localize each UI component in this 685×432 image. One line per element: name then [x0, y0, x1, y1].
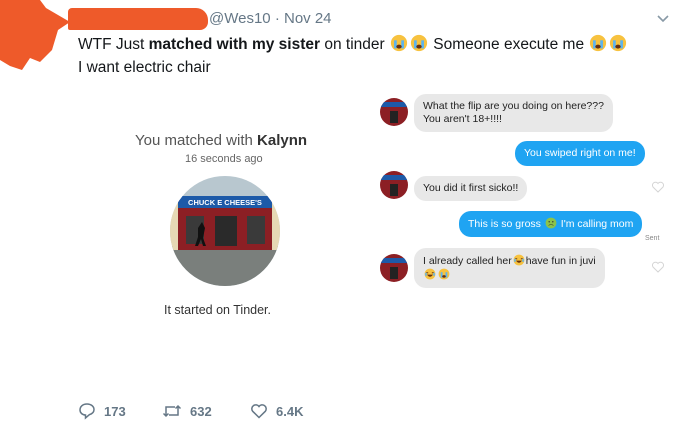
message-text: I'm calling mom — [557, 218, 634, 230]
chat-message-incoming: What the flip are you doing on here??? Y… — [414, 94, 613, 132]
retweet-icon — [162, 404, 182, 418]
message-text: You swiped right on me! — [524, 147, 636, 159]
redacted-avatar — [0, 0, 70, 70]
retweet-button[interactable]: 632 — [162, 402, 212, 420]
match-time: 16 seconds ago — [185, 153, 263, 165]
tweet-text-bold: matched with my sister — [148, 36, 321, 53]
reply-count: 173 — [104, 403, 126, 419]
crying-emoji-icon — [590, 34, 607, 52]
crying-emoji-icon — [410, 34, 428, 52]
match-title: You matched with Kalynn — [135, 132, 307, 149]
retweet-count: 632 — [190, 403, 212, 419]
crying-emoji-icon — [438, 268, 450, 280]
tweet-actions: 173 632 6.4K — [0, 402, 685, 424]
crying-emoji-icon — [610, 34, 627, 52]
tweet-text-part2: on tinder — [320, 36, 385, 53]
laughing-emoji-icon — [424, 268, 436, 280]
message-text: have fun in juvi — [525, 255, 596, 267]
chat-avatar — [380, 98, 408, 126]
nauseated-emoji-icon — [545, 217, 557, 229]
tweet-text-part3: Someone execute me — [428, 36, 589, 53]
heart-icon[interactable] — [651, 260, 665, 274]
crying-emoji-icon — [390, 34, 408, 52]
sent-status: Sent — [645, 235, 660, 242]
chat-avatar — [380, 254, 408, 282]
redacted-username — [68, 8, 208, 30]
tweet-text: WTF Just matched with my sister on tinde… — [78, 33, 678, 79]
photo-sign-text: CHUCK E CHEESE'S — [188, 198, 262, 207]
tweet-header: @Wes10 · Nov 24 — [209, 10, 332, 27]
chat-message-incoming: I already called her have fun in juvi — [414, 248, 605, 288]
chat-message-outgoing: This is so gross I'm calling mom — [459, 211, 643, 237]
header-separator: · — [274, 10, 280, 27]
chevron-down-icon[interactable] — [655, 10, 671, 26]
like-icon — [251, 404, 267, 419]
like-button[interactable]: 6.4K — [250, 402, 303, 420]
tweet-handle[interactable]: @Wes10 — [209, 10, 271, 27]
reply-button[interactable]: 173 — [78, 402, 126, 420]
tweet-text-part1: WTF Just — [78, 36, 149, 53]
message-text: You did it first sicko!! — [423, 182, 519, 194]
chat-message-outgoing: You swiped right on me! — [515, 141, 645, 166]
tweet-date[interactable]: Nov 24 — [284, 10, 332, 27]
message-line: You aren't 18+!!!! — [423, 113, 502, 125]
message-text: I already called her — [423, 255, 512, 267]
chat-avatar — [380, 171, 408, 199]
match-title-prefix: You matched with — [135, 132, 258, 149]
match-caption: It started on Tinder. — [164, 303, 272, 317]
message-line: What the flip are you doing on here??? — [423, 100, 604, 112]
reply-icon — [79, 403, 95, 420]
chat-message-incoming: You did it first sicko!! — [414, 176, 528, 201]
match-name: Kalynn — [257, 132, 308, 149]
like-count: 6.4K — [276, 403, 304, 419]
heart-icon[interactable] — [651, 180, 665, 194]
tweet-text-line2: I want electric chair — [78, 59, 211, 76]
message-text: This is so gross — [468, 218, 544, 230]
match-photo: CHUCK E CHEESE'S — [170, 176, 280, 286]
laughing-emoji-icon — [513, 254, 525, 266]
